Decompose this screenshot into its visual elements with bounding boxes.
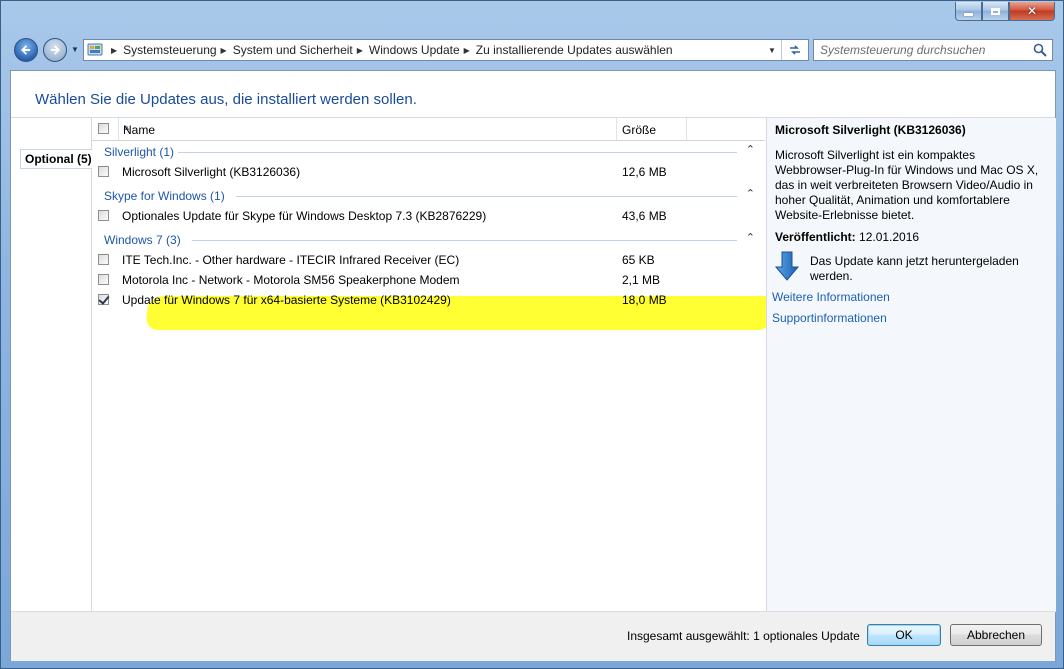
table-row[interactable]: Motorola Inc - Network - Motorola SM56 S… <box>92 270 765 290</box>
update-size: 18,0 MB <box>622 293 667 307</box>
group-header-silverlight[interactable]: Silverlight (1) ⌃ <box>92 142 765 162</box>
address-bar[interactable]: ▶ Systemsteuerung ▶ System und Sicherhei… <box>83 39 809 61</box>
maximize-icon <box>991 7 1000 15</box>
group-divider <box>192 240 737 241</box>
update-size: 65 KB <box>622 253 655 267</box>
updates-area: Optional (5) ▲ Name Größe Silverlight (1… <box>11 117 1056 612</box>
category-nav: Optional (5) <box>11 118 92 612</box>
caption-buttons: ✕ <box>955 2 1055 21</box>
updates-list: ▲ Name Größe Silverlight (1) ⌃ Microsoft… <box>92 118 779 612</box>
update-size: 12,6 MB <box>622 165 667 179</box>
update-checkbox[interactable] <box>98 274 109 285</box>
content-panel: Wählen Sie die Updates aus, die installi… <box>10 70 1056 661</box>
details-pane: Microsoft Silverlight (KB3126036) Micros… <box>766 118 1056 612</box>
breadcrumb-separator-icon[interactable]: ▶ <box>464 46 470 55</box>
close-button[interactable]: ✕ <box>1009 2 1055 21</box>
details-description: Microsoft Silverlight ist ein kompaktes … <box>775 148 1039 222</box>
update-checkbox[interactable] <box>98 254 109 265</box>
table-row[interactable]: Microsoft Silverlight (KB3126036) 12,6 M… <box>92 162 765 182</box>
download-arrow-icon <box>775 251 799 281</box>
group-divider <box>236 196 737 197</box>
table-row[interactable]: ITE Tech.Inc. - Other hardware - ITECIR … <box>92 250 765 270</box>
update-name: Motorola Inc - Network - Motorola SM56 S… <box>122 273 460 287</box>
breadcrumb-separator-icon[interactable]: ▶ <box>357 46 363 55</box>
address-dropdown-button[interactable]: ▼ <box>764 40 780 60</box>
more-info-link[interactable]: Weitere Informationen <box>772 290 890 304</box>
update-name: Update für Windows 7 für x64-basierte Sy… <box>122 293 451 307</box>
footer-bar: Insgesamt ausgewählt: 1 optionales Updat… <box>11 611 1055 661</box>
selection-summary: Insgesamt ausgewählt: 1 optionales Updat… <box>627 629 860 643</box>
arrow-left-icon <box>21 45 30 55</box>
details-published: Veröffentlicht: 12.01.2016 <box>775 230 919 244</box>
page-title: Wählen Sie die Updates aus, die installi… <box>35 91 417 108</box>
cancel-button[interactable]: Abbrechen <box>950 624 1042 646</box>
refresh-icon <box>790 45 800 55</box>
collapse-chevron-icon[interactable]: ⌃ <box>746 231 755 244</box>
search-input[interactable]: Systemsteuerung durchsuchen <box>813 39 1053 61</box>
collapse-chevron-icon[interactable]: ⌃ <box>746 143 755 156</box>
breadcrumb-systemsteuerung[interactable]: Systemsteuerung <box>123 43 216 57</box>
update-size: 2,1 MB <box>622 273 661 287</box>
breadcrumb-current-page[interactable]: Zu installierende Updates auswählen <box>476 43 673 57</box>
search-placeholder: Systemsteuerung durchsuchen <box>820 43 986 57</box>
search-icon[interactable] <box>1033 43 1047 57</box>
column-size-label: Größe <box>622 123 657 137</box>
minimize-button[interactable] <box>955 2 982 21</box>
breadcrumb-system-und-sicherheit[interactable]: System und Sicherheit <box>233 43 353 57</box>
update-name: ITE Tech.Inc. - Other hardware - ITECIR … <box>122 253 460 267</box>
group-label: Windows 7 (3) <box>104 233 181 247</box>
back-button[interactable] <box>14 38 38 62</box>
update-name: Microsoft Silverlight (KB3126036) <box>122 165 301 179</box>
recent-pages-dropdown[interactable]: ▼ <box>71 45 79 54</box>
support-info-link[interactable]: Supportinformationen <box>772 311 887 325</box>
group-label: Skype for Windows (1) <box>104 189 225 203</box>
column-header: ▲ Name Größe <box>92 118 765 141</box>
maximize-button[interactable] <box>982 2 1009 21</box>
breadcrumb-separator-icon[interactable]: ▶ <box>221 46 227 55</box>
column-size-header[interactable]: Größe <box>616 118 687 140</box>
update-checkbox[interactable] <box>98 166 109 177</box>
navigation-bar: ▼ ▶ Systemsteuerung ▶ System und Sicherh… <box>13 37 1053 65</box>
close-icon: ✕ <box>1026 4 1038 18</box>
download-status: Das Update kann jetzt heruntergeladen we… <box>810 254 1019 283</box>
minimize-icon <box>964 12 973 16</box>
arrow-right-icon <box>51 45 60 55</box>
tab-optional[interactable]: Optional (5) <box>20 149 92 169</box>
details-title: Microsoft Silverlight (KB3126036) <box>775 123 966 137</box>
published-date: 12.01.2016 <box>859 230 920 244</box>
breadcrumb-separator-icon[interactable]: ▶ <box>111 46 117 55</box>
column-name-header[interactable]: ▲ Name <box>118 118 617 140</box>
update-name: Optionales Update für Skype für Windows … <box>122 209 487 223</box>
forward-button[interactable] <box>43 38 67 62</box>
update-checkbox[interactable] <box>98 210 109 221</box>
refresh-button[interactable] <box>781 40 808 60</box>
published-label: Veröffentlicht: <box>775 230 856 244</box>
update-size: 43,6 MB <box>622 209 667 223</box>
ok-button[interactable]: OK <box>867 624 941 646</box>
group-divider <box>178 152 737 153</box>
group-label: Silverlight (1) <box>104 145 175 159</box>
column-name-label: Name <box>123 123 156 137</box>
control-panel-icon <box>87 42 103 58</box>
group-header-skype[interactable]: Skype for Windows (1) ⌃ <box>92 186 765 206</box>
group-header-windows7[interactable]: Windows 7 (3) ⌃ <box>92 230 765 250</box>
breadcrumb-windows-update[interactable]: Windows Update <box>369 43 460 57</box>
collapse-chevron-icon[interactable]: ⌃ <box>746 187 755 200</box>
table-row[interactable]: Optionales Update für Skype für Windows … <box>92 206 765 226</box>
update-checkbox-checked[interactable] <box>98 294 109 305</box>
table-row-selected[interactable]: Update für Windows 7 für x64-basierte Sy… <box>92 290 765 310</box>
window-frame: ✕ ▼ ▶ Systemsteuerung ▶ System und Siche… <box>0 0 1064 669</box>
select-all-checkbox[interactable] <box>98 123 109 134</box>
